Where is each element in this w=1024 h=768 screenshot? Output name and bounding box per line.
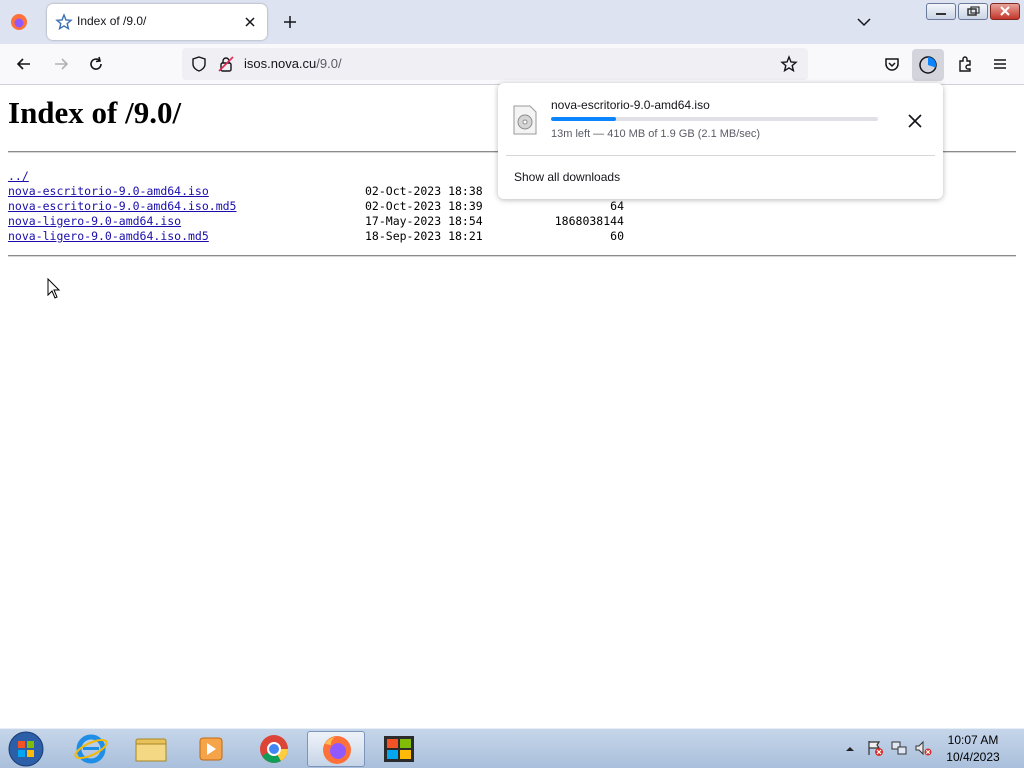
divider [506,155,935,156]
clock-time: 10:07 AM [947,733,999,747]
chrome-icon [260,735,288,763]
minimize-button[interactable] [926,3,956,20]
clock-date: 10/4/2023 [946,750,1000,764]
url-path: /9.0/ [316,56,342,71]
tab-active[interactable]: Index of /9.0/ [47,4,267,40]
download-progress-bar [551,117,878,121]
list-item: nova-ligero-9.0-amd64.iso.md5 18-Sep-202… [8,229,648,244]
bookmark-star-icon[interactable] [780,55,798,73]
internet-explorer-icon [74,734,108,764]
file-link[interactable]: nova-ligero-9.0-amd64.iso [8,214,181,229]
download-filename: nova-escritorio-9.0-amd64.iso [551,98,710,112]
folder-icon [135,738,167,762]
volume-muted-icon[interactable] [914,739,932,757]
address-bar[interactable]: isos.nova.cu/9.0/ [182,48,808,80]
url-host: isos.nova.cu [244,56,317,71]
restore-button[interactable] [958,3,988,20]
file-date: 02-Oct-2023 18:39 [365,199,483,213]
chevron-down-icon[interactable] [854,12,874,32]
media-player-button[interactable] [182,731,240,767]
back-icon[interactable] [14,54,34,74]
divider [8,255,1016,257]
list-item: nova-ligero-9.0-amd64.iso 17-May-2023 18… [8,214,648,229]
mouse-cursor-icon [47,278,61,299]
firefox-view-icon[interactable] [10,13,28,31]
file-date: 02-Oct-2023 18:38 [365,184,483,198]
downloads-panel: nova-escritorio-9.0-amd64.iso 13m left —… [498,83,943,199]
reload-icon[interactable] [86,54,106,74]
start-button-icon[interactable] [6,730,46,768]
close-tab-icon[interactable] [241,13,259,31]
file-size: 60 [610,229,624,243]
internet-explorer-button[interactable] [62,731,120,767]
menu-icon[interactable] [990,54,1010,74]
file-size: 1868038144 [554,214,624,228]
star-icon [55,13,73,31]
file-size: 64 [610,199,624,213]
url-text: isos.nova.cu/9.0/ [244,56,342,71]
file-link[interactable]: nova-ligero-9.0-amd64.iso.md5 [8,229,209,244]
show-all-downloads-button[interactable]: Show all downloads [514,170,620,184]
chrome-button[interactable] [245,731,303,767]
media-player-icon [199,737,223,761]
shield-icon[interactable] [190,55,208,73]
list-item: nova-escritorio-9.0-amd64.iso.md5 02-Oct… [8,199,648,214]
file-link[interactable]: ../ [8,169,29,184]
disc-image-file-icon [513,105,537,135]
download-progress-icon [919,56,937,74]
cancel-download-icon[interactable] [904,110,926,132]
firefox-icon [323,736,351,764]
file-date: 18-Sep-2023 18:21 [365,229,483,243]
new-tab-icon[interactable] [280,12,300,32]
close-window-button[interactable] [990,3,1020,20]
file-date: 17-May-2023 18:54 [365,214,483,228]
navigation-toolbar: isos.nova.cu/9.0/ [0,44,1024,85]
tab-title: Index of /9.0/ [77,14,147,28]
insecure-lock-icon[interactable] [217,55,235,73]
windows-flag-icon [384,736,414,762]
taskbar-clock[interactable]: 10:07 AM 10/4/2023 [938,732,1008,766]
pocket-icon[interactable] [882,54,902,74]
taskbar: 10:07 AM 10/4/2023 [0,728,1024,768]
show-hidden-icons-icon[interactable] [844,743,856,755]
file-explorer-button[interactable] [122,731,180,767]
firefox-taskbar-button[interactable] [307,731,365,767]
file-link[interactable]: nova-escritorio-9.0-amd64.iso [8,184,209,199]
windows-setup-button[interactable] [370,731,428,767]
network-icon[interactable] [890,739,908,757]
download-progress-fill [551,117,617,121]
extensions-icon[interactable] [955,54,975,74]
tab-strip: Index of /9.0/ [0,0,1024,44]
file-link[interactable]: nova-escritorio-9.0-amd64.iso.md5 [8,199,236,214]
download-status: 13m left — 410 MB of 1.9 GB (2.1 MB/sec) [551,128,761,140]
page-title: Index of /9.0/ [8,95,182,130]
forward-icon[interactable] [51,54,71,74]
action-center-flag-icon[interactable] [866,739,884,757]
downloads-button[interactable] [912,49,944,81]
